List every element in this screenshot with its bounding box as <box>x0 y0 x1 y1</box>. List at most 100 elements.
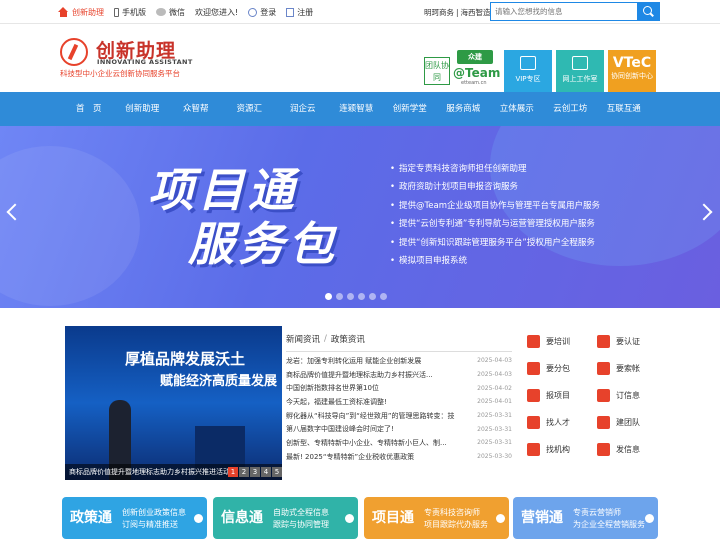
subscribe-icon <box>597 389 610 402</box>
wechat-link-label: 微信 <box>169 7 185 17</box>
register-link-label: 注册 <box>297 7 314 17</box>
studio-icon <box>572 56 588 70</box>
search-button[interactable] <box>637 3 659 20</box>
news-title[interactable]: 今天起，福建最低工资标准调整! <box>286 397 466 407</box>
news-image-slider[interactable]: 厚植品牌发展沃土 赋能经济高质量发展 <box>65 326 282 480</box>
arrow-right-icon <box>645 514 654 523</box>
marketing-card[interactable]: 营销通 专责云营销师 为企业全程营销服务 <box>513 497 658 539</box>
service-talent[interactable]: 找人才 <box>517 409 587 436</box>
publish-icon <box>597 443 610 456</box>
nav-workshop[interactable]: 云创工坊 <box>544 92 598 126</box>
news-title[interactable]: 第八届数字中国建设峰会时间定了! <box>286 424 466 434</box>
logo-subtitle-en: INNOVATING ASSISTANT <box>97 58 193 66</box>
news-title[interactable]: 商标品牌价值提升暨地理标志助力乡村振兴活... <box>286 370 466 380</box>
vtec-button[interactable]: VTeC 协同创新中心 <box>608 50 656 92</box>
search-input[interactable] <box>491 3 637 20</box>
service-project[interactable]: 报项目 <box>517 382 587 409</box>
nav-interconnect[interactable]: 互联互通 <box>597 92 651 126</box>
vtec-label: 协同创新中心 <box>611 72 653 80</box>
nav-lianying[interactable]: 连颖智慧 <box>330 92 384 126</box>
news-image-page[interactable]: 2 <box>239 467 249 477</box>
news-item[interactable]: 创新型、专精特新中小企业、专精特新小巨人、制... 2025-03-31 <box>286 436 512 450</box>
nav-zhongzhibang[interactable]: 众智帮 <box>169 92 223 126</box>
partner-divider: | <box>456 7 459 17</box>
policy-card[interactable]: 政策通 创新创业政策信息 订阅与精准推送 <box>62 497 207 539</box>
service-subscribe[interactable]: 订信息 <box>587 382 657 409</box>
service-subcontract[interactable]: 要分包 <box>517 355 587 382</box>
nav-mall[interactable]: 服务商城 <box>437 92 491 126</box>
banner-dot[interactable] <box>369 293 376 300</box>
nav-academy[interactable]: 创新学堂 <box>383 92 437 126</box>
news-date: 2025-03-30 <box>477 453 512 461</box>
vip-zone-label: VIP专区 <box>515 75 541 83</box>
partner-link-1[interactable]: 明珂商务 <box>424 7 454 18</box>
tab-news[interactable]: 新闻资讯 <box>286 333 320 345</box>
team-logo[interactable]: 众建 @Team etteam.cn <box>453 50 500 88</box>
news-image-page[interactable]: 5 <box>272 467 282 477</box>
news-image-page[interactable]: 3 <box>250 467 260 477</box>
service-agency[interactable]: 找机构 <box>517 436 587 463</box>
partner-links: 明珂商务 | 海西智造 <box>424 0 491 24</box>
info-card[interactable]: 信息通 自助式全程信息 跟踪与协同管理 <box>213 497 358 539</box>
banner-dot[interactable] <box>380 293 387 300</box>
user-icon <box>248 7 258 17</box>
team-collab-badge[interactable]: 团队协同 <box>424 57 450 85</box>
nav-showcase[interactable]: 立体展示 <box>490 92 544 126</box>
news-item[interactable]: 龙岩：加强专利转化运用 赋能企业创新发展 2025-04-03 <box>286 354 512 368</box>
phone-icon <box>114 7 119 17</box>
banner-dot[interactable] <box>325 293 332 300</box>
news-title[interactable]: 最新! 2025“专精特新”企业税收优惠政策 <box>286 452 466 462</box>
news-item[interactable]: 中国创新指数排名世界第10位 2025-04-02 <box>286 381 512 395</box>
tab-policy[interactable]: 政策资讯 <box>331 333 365 345</box>
service-training[interactable]: 要培训 <box>517 328 587 355</box>
nav-innovation-assistant[interactable]: 创新助理 <box>116 92 170 126</box>
wechat-link[interactable]: 微信 <box>156 7 185 18</box>
arrow-right-icon <box>194 514 203 523</box>
news-date: 2025-03-31 <box>477 439 512 447</box>
nav-home[interactable]: 首 页 <box>62 92 116 126</box>
service-label: 找机构 <box>546 445 570 454</box>
news-item[interactable]: 今天起，福建最低工资标准调整! 2025-04-01 <box>286 395 512 409</box>
project-card[interactable]: 项目通 专责科技咨询师 项目跟踪代办服务 <box>364 497 509 539</box>
news-date: 2025-04-03 <box>477 357 512 365</box>
news-title[interactable]: 龙岩：加强专利转化运用 赋能企业创新发展 <box>286 356 466 366</box>
nav-resources[interactable]: 资源汇 <box>223 92 277 126</box>
logo-icon[interactable] <box>60 38 88 66</box>
service-publish[interactable]: 发信息 <box>587 436 657 463</box>
news-item[interactable]: 商标品牌价值提升暨地理标志助力乡村振兴活... 2025-04-03 <box>286 368 512 382</box>
banner-dot[interactable] <box>336 293 343 300</box>
service-certification[interactable]: 要认证 <box>587 328 657 355</box>
nav-runqiyun[interactable]: 润企云 <box>276 92 330 126</box>
online-studio-button[interactable]: 网上工作室 <box>556 50 604 92</box>
card-line1: 自助式全程信息 <box>273 508 329 517</box>
vip-zone-button[interactable]: VIP专区 <box>504 50 552 92</box>
search-box <box>490 2 660 21</box>
top-bar: 创新助理 手机版 微信 欢迎您进入! 登录 注册 明珂商务 | 海西智造 <box>0 0 720 24</box>
mobile-link[interactable]: 手机版 <box>114 7 146 18</box>
home-link[interactable]: 创新助理 <box>58 7 104 18</box>
news-title[interactable]: 创新型、专精特新中小企业、专精特新小巨人、制... <box>286 438 466 448</box>
news-item[interactable]: 第八届数字中国建设峰会时间定了! 2025-03-31 <box>286 422 512 436</box>
news-image-page[interactable]: 1 <box>228 467 238 477</box>
team-logo-top: 众建 <box>457 50 493 64</box>
service-label: 要培训 <box>546 337 570 346</box>
news-image-page[interactable]: 4 <box>261 467 271 477</box>
login-link[interactable]: 登录 <box>248 7 276 18</box>
register-link[interactable]: 注册 <box>286 7 313 18</box>
news-item[interactable]: 最新! 2025“专精特新”企业税收优惠政策 2025-03-30 <box>286 450 512 464</box>
agency-icon <box>527 443 540 456</box>
partner-link-2[interactable]: 海西智造 <box>461 7 491 18</box>
news-title[interactable]: 中国创新指数排名世界第10位 <box>286 383 466 393</box>
card-line1: 专责科技咨询师 <box>424 508 480 517</box>
news-image-headline-2: 赋能经济高质量发展 <box>160 374 278 389</box>
news-item[interactable]: 孵化器从“科技导向”到“经世致用”的管理思路转变：技 2025-03-31 <box>286 409 512 423</box>
service-team[interactable]: 建团队 <box>587 409 657 436</box>
banner-dot[interactable] <box>347 293 354 300</box>
news-title[interactable]: 孵化器从“科技导向”到“经世致用”的管理思路转变：技 <box>286 411 466 421</box>
banner-feature: 提供“创新知识跟踪管理服务平台”授权用户全程服务 <box>390 234 600 252</box>
home-icon <box>58 7 69 17</box>
banner-dot[interactable] <box>358 293 365 300</box>
hero-banner[interactable] <box>0 126 720 308</box>
service-billing[interactable]: 要索帐 <box>587 355 657 382</box>
banner-feature: 模拟项目申报系统 <box>390 252 600 270</box>
